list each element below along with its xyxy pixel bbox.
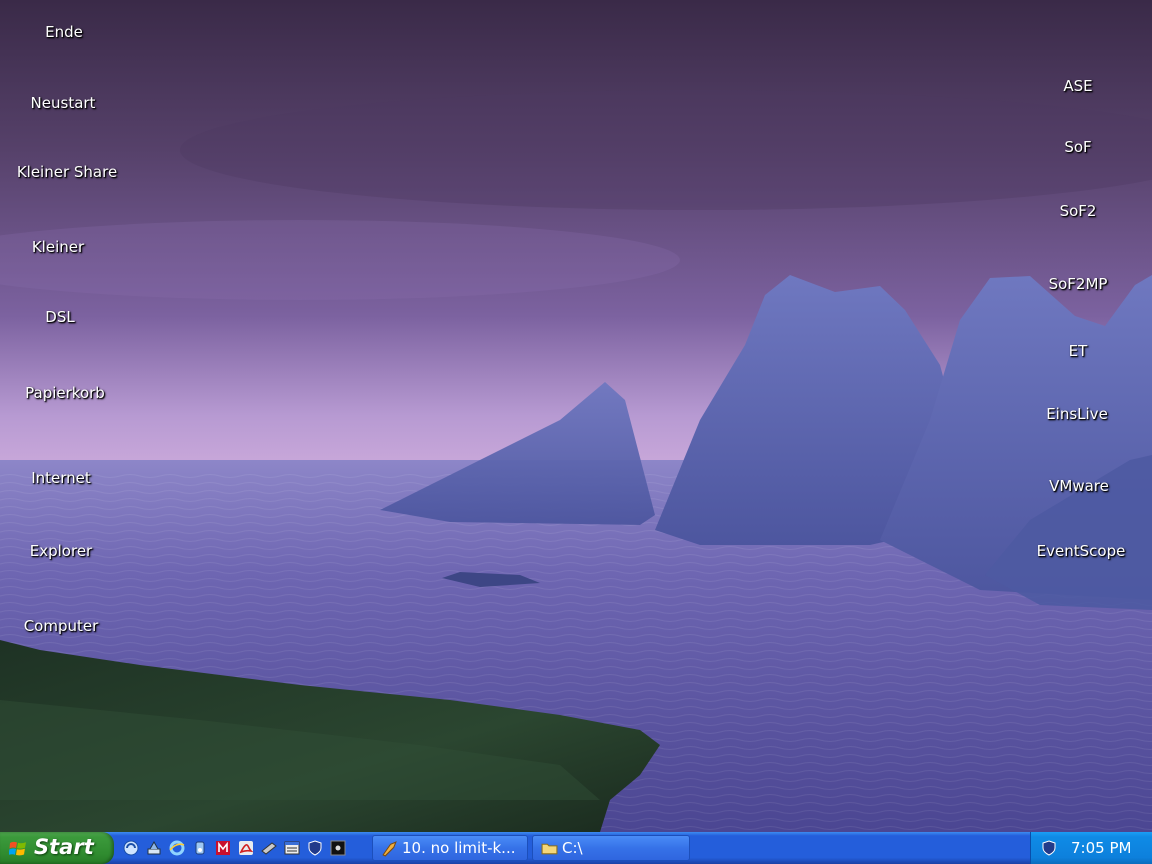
windows-logo-icon — [9, 841, 26, 856]
desktop-icon-internet[interactable]: Internet — [31, 469, 91, 487]
desktop-icon-kleiner-share[interactable]: Kleiner Share — [17, 163, 117, 181]
console-icon[interactable] — [329, 839, 347, 857]
taskbar-button-label: 10. no limit-k... — [402, 839, 516, 857]
tray-shield-icon[interactable] — [1041, 840, 1057, 856]
desktop-icon-sof2mp[interactable]: SoF2MP — [1049, 275, 1108, 293]
desktop-icon-computer[interactable]: Computer — [24, 617, 99, 635]
browser-icon[interactable] — [122, 839, 140, 857]
desktop-icon-explorer[interactable]: Explorer — [30, 542, 92, 560]
start-label: Start — [34, 835, 94, 859]
desktop-icon-eventscope[interactable]: EventScope — [1037, 542, 1126, 560]
taskbar-button-c-drive[interactable]: C:\ — [532, 835, 690, 861]
desktop[interactable]: Ende Neustart Kleiner Share Kleiner DSL … — [0, 0, 1152, 832]
shield-icon[interactable] — [306, 839, 324, 857]
desktop-icon-papierkorb[interactable]: Papierkorb — [25, 384, 105, 402]
internet-explorer-icon[interactable] — [168, 839, 186, 857]
system-tray: 7:05 PM — [1030, 832, 1152, 864]
start-button[interactable]: Start — [0, 832, 114, 864]
desktop-icon-einslive[interactable]: EinsLive — [1046, 405, 1108, 423]
window-list-icon[interactable] — [283, 839, 301, 857]
acrobat-icon[interactable] — [237, 839, 255, 857]
quick-launch-bar — [122, 832, 352, 864]
desktop-icon-et[interactable]: ET — [1069, 342, 1088, 360]
folder-icon — [541, 843, 558, 854]
media-icon[interactable] — [191, 839, 209, 857]
clock[interactable]: 7:05 PM — [1071, 839, 1131, 857]
memory-icon[interactable] — [260, 839, 278, 857]
desktop-icon-kleiner[interactable]: Kleiner — [32, 238, 84, 256]
wallpaper-image — [0, 0, 1152, 832]
desktop-icon-sof2[interactable]: SoF2 — [1060, 202, 1097, 220]
media-player-icon — [382, 840, 397, 857]
desktop-icon-neustart[interactable]: Neustart — [31, 94, 96, 112]
network-icon[interactable] — [145, 839, 163, 857]
desktop-icon-sof[interactable]: SoF — [1064, 138, 1091, 156]
desktop-icon-ende[interactable]: Ende — [45, 23, 83, 41]
taskbar-button-media-player[interactable]: 10. no limit-k... — [372, 835, 528, 861]
desktop-icon-dsl[interactable]: DSL — [45, 308, 74, 326]
desktop-icon-ase[interactable]: ASE — [1063, 77, 1092, 95]
desktop-icon-vmware[interactable]: VMware — [1049, 477, 1109, 495]
taskbar-button-label: C:\ — [562, 839, 583, 857]
taskbar: Start 10. no limit-k... C:\ 7:05 PM — [0, 832, 1152, 864]
mcafee-icon[interactable] — [214, 839, 232, 857]
